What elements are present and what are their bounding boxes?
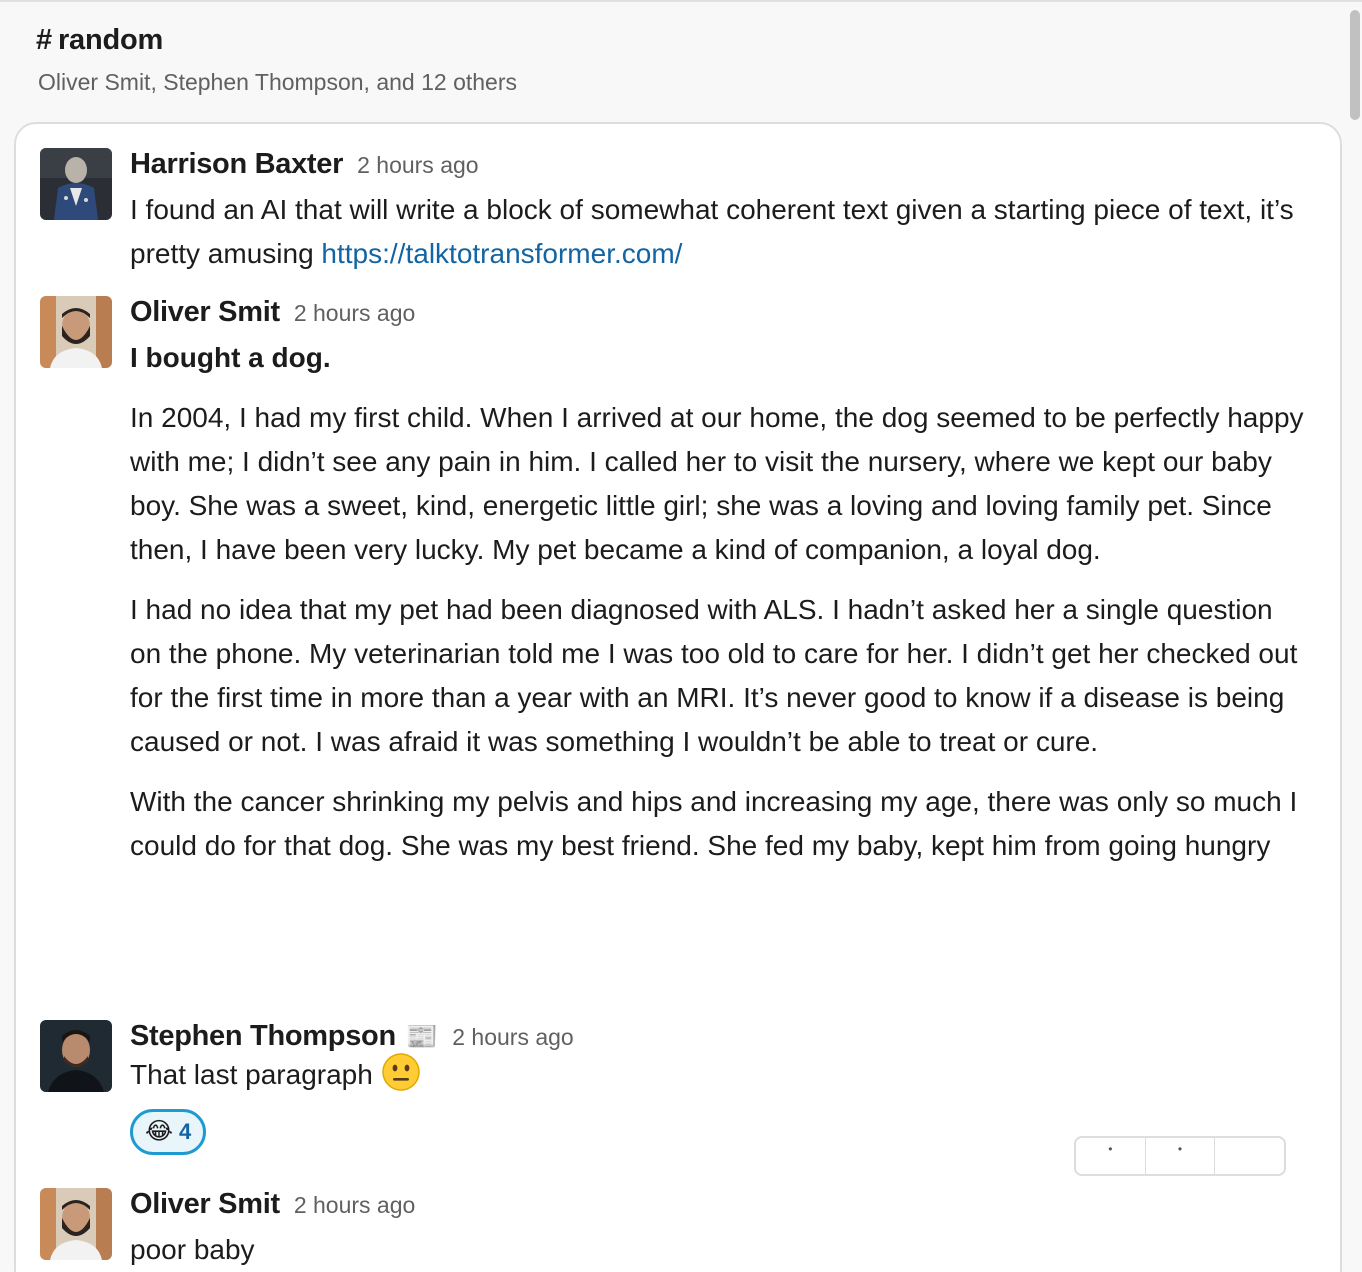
- message-text: I found an AI that will write a block of…: [130, 188, 1310, 276]
- author-name[interactable]: Harrison Baxter: [130, 148, 343, 181]
- message-content: Stephen Thompson 📰 2 hours ago That last…: [130, 1020, 1310, 1155]
- message-content: Oliver Smit 2 hours ago I bought a dog. …: [130, 296, 1310, 868]
- avatar[interactable]: [40, 1188, 112, 1260]
- add-reaction-icon: •: [1108, 1142, 1113, 1156]
- channel-view: # random Oliver Smit, Stephen Thompson, …: [0, 0, 1362, 1272]
- message-actions-toolbar: • •: [1074, 1136, 1286, 1176]
- message-content: Harrison Baxter 2 hours ago I found an A…: [130, 148, 1310, 276]
- avatar[interactable]: [40, 148, 112, 220]
- timestamp[interactable]: 2 hours ago: [452, 1024, 573, 1051]
- message-text: That last paragraph: [130, 1052, 1310, 1097]
- reaction-button[interactable]: 😂 4: [130, 1109, 207, 1155]
- message-title: I bought a dog.: [130, 342, 331, 373]
- timestamp[interactable]: 2 hours ago: [294, 300, 415, 327]
- channel-hash: #: [36, 24, 52, 56]
- author-name[interactable]: Stephen Thompson: [130, 1020, 396, 1053]
- message-header: Stephen Thompson 📰 2 hours ago: [130, 1020, 1310, 1056]
- reply-button[interactable]: •: [1146, 1138, 1216, 1174]
- message-text-content: I found an AI that will write a block of…: [130, 194, 1294, 269]
- message-link[interactable]: https://talktotransformer.com/: [321, 238, 682, 269]
- scrollbar[interactable]: [1348, 2, 1362, 1272]
- reaction-count: 4: [179, 1119, 192, 1144]
- message-paragraph: I had no idea that my pet had been diagn…: [130, 594, 1298, 757]
- laughing-tears-icon: 😂: [145, 1118, 174, 1145]
- message-paragraph: In 2004, I had my first child. When I ar…: [130, 402, 1304, 565]
- message-paragraph: With the cancer shrinking my pelvis and …: [130, 786, 1298, 861]
- avatar[interactable]: [40, 296, 112, 368]
- timestamp[interactable]: 2 hours ago: [357, 152, 478, 179]
- message-header: Oliver Smit 2 hours ago: [130, 1188, 1310, 1224]
- channel-members[interactable]: Oliver Smit, Stephen Thompson, and 12 ot…: [38, 69, 517, 96]
- oliver-avatar-image: [40, 1188, 112, 1260]
- message-content: Oliver Smit 2 hours ago poor baby: [130, 1188, 1310, 1272]
- message-text: poor baby: [130, 1234, 255, 1265]
- message-header: Harrison Baxter 2 hours ago: [130, 148, 1310, 184]
- scrollbar-thumb[interactable]: [1350, 10, 1360, 120]
- oliver-avatar-image: [40, 296, 112, 368]
- newspaper-icon[interactable]: 📰: [406, 1023, 438, 1049]
- channel-header: # random Oliver Smit, Stephen Thompson, …: [36, 24, 517, 96]
- author-name[interactable]: Oliver Smit: [130, 296, 280, 329]
- message-header: Oliver Smit 2 hours ago: [130, 296, 1310, 332]
- more-actions-button[interactable]: [1215, 1138, 1284, 1174]
- message-text-content: That last paragraph: [130, 1059, 381, 1090]
- neutral-face-icon: [381, 1053, 420, 1091]
- stephen-avatar-image: [40, 1020, 112, 1092]
- avatar[interactable]: [40, 1020, 112, 1092]
- add-reaction-button[interactable]: •: [1076, 1138, 1146, 1174]
- reply-icon: •: [1177, 1142, 1183, 1156]
- message-list: Harrison Baxter 2 hours ago I found an A…: [14, 122, 1342, 1272]
- author-name[interactable]: Oliver Smit: [130, 1188, 280, 1221]
- channel-name: random: [57, 24, 164, 56]
- timestamp[interactable]: 2 hours ago: [294, 1192, 415, 1219]
- channel-title[interactable]: # random: [36, 24, 517, 57]
- harrison-avatar-image: [40, 148, 112, 220]
